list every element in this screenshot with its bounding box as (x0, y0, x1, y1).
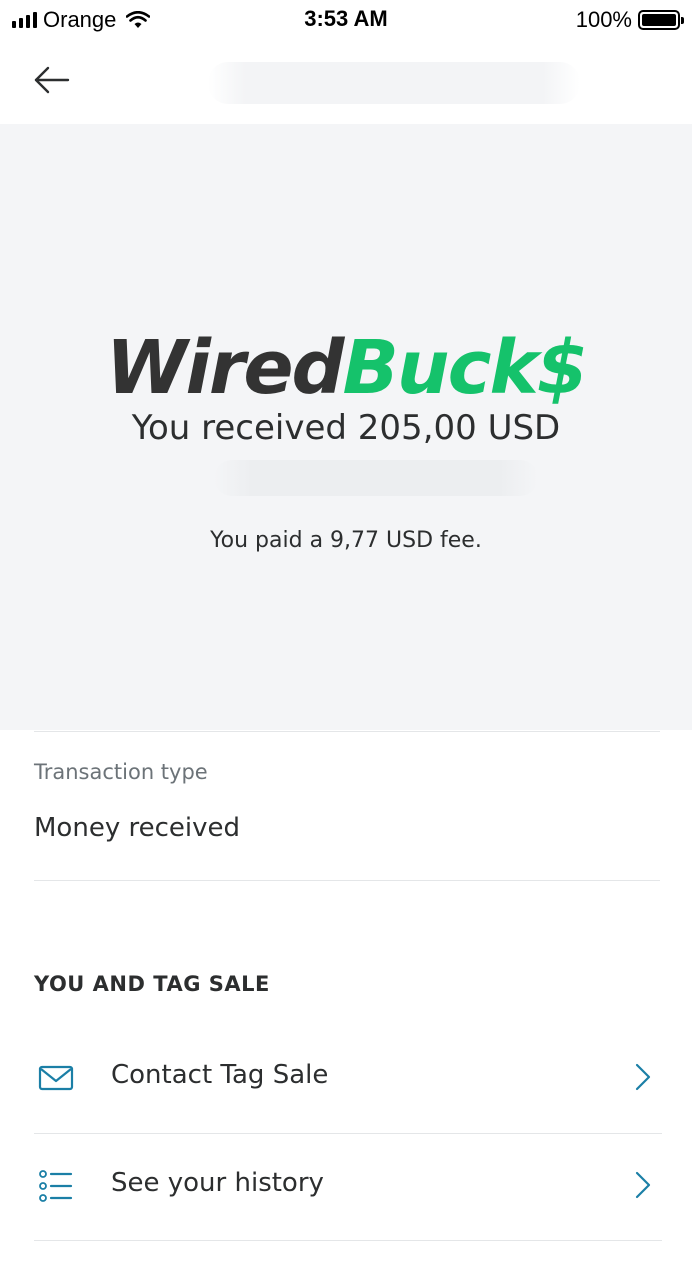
transaction-summary: WiredBuck$ You received 205,00 USD You p… (0, 124, 692, 730)
nav-header (0, 40, 692, 124)
chevron-right-icon (635, 1063, 651, 1091)
received-amount: You received 205,00 USD (131, 408, 561, 448)
status-bar: Orange 3:53 AM 100% (0, 0, 692, 40)
contact-label: Contact Tag Sale (111, 1060, 329, 1090)
arrow-left-icon (34, 66, 70, 94)
envelope-icon (38, 1065, 74, 1091)
divider (34, 1240, 662, 1241)
contact-row[interactable]: Contact Tag Sale (34, 1028, 662, 1134)
divider (34, 1133, 662, 1134)
brand-logo: WiredBuck$ (0, 331, 692, 405)
transaction-type-value: Money received (34, 813, 240, 843)
brand-logo-part1: Wired (105, 325, 345, 411)
fee-text: You paid a 9,77 USD fee. (210, 528, 482, 553)
section-title: YOU AND TAG SALE (34, 972, 270, 996)
divider (34, 880, 660, 881)
list-icon (39, 1170, 73, 1202)
brand-logo-part2: Buck$ (342, 325, 589, 411)
history-row[interactable]: See your history (34, 1136, 662, 1242)
battery-percent: 100% (575, 7, 632, 32)
back-button[interactable] (30, 58, 74, 102)
history-label: See your history (111, 1168, 324, 1198)
chevron-right-icon (635, 1171, 651, 1199)
status-right: 100% (575, 6, 684, 34)
transaction-type-label: Transaction type (34, 760, 208, 784)
blurred-title (208, 62, 580, 104)
divider (34, 731, 660, 732)
battery-icon (638, 10, 684, 30)
blurred-detail (214, 460, 538, 496)
